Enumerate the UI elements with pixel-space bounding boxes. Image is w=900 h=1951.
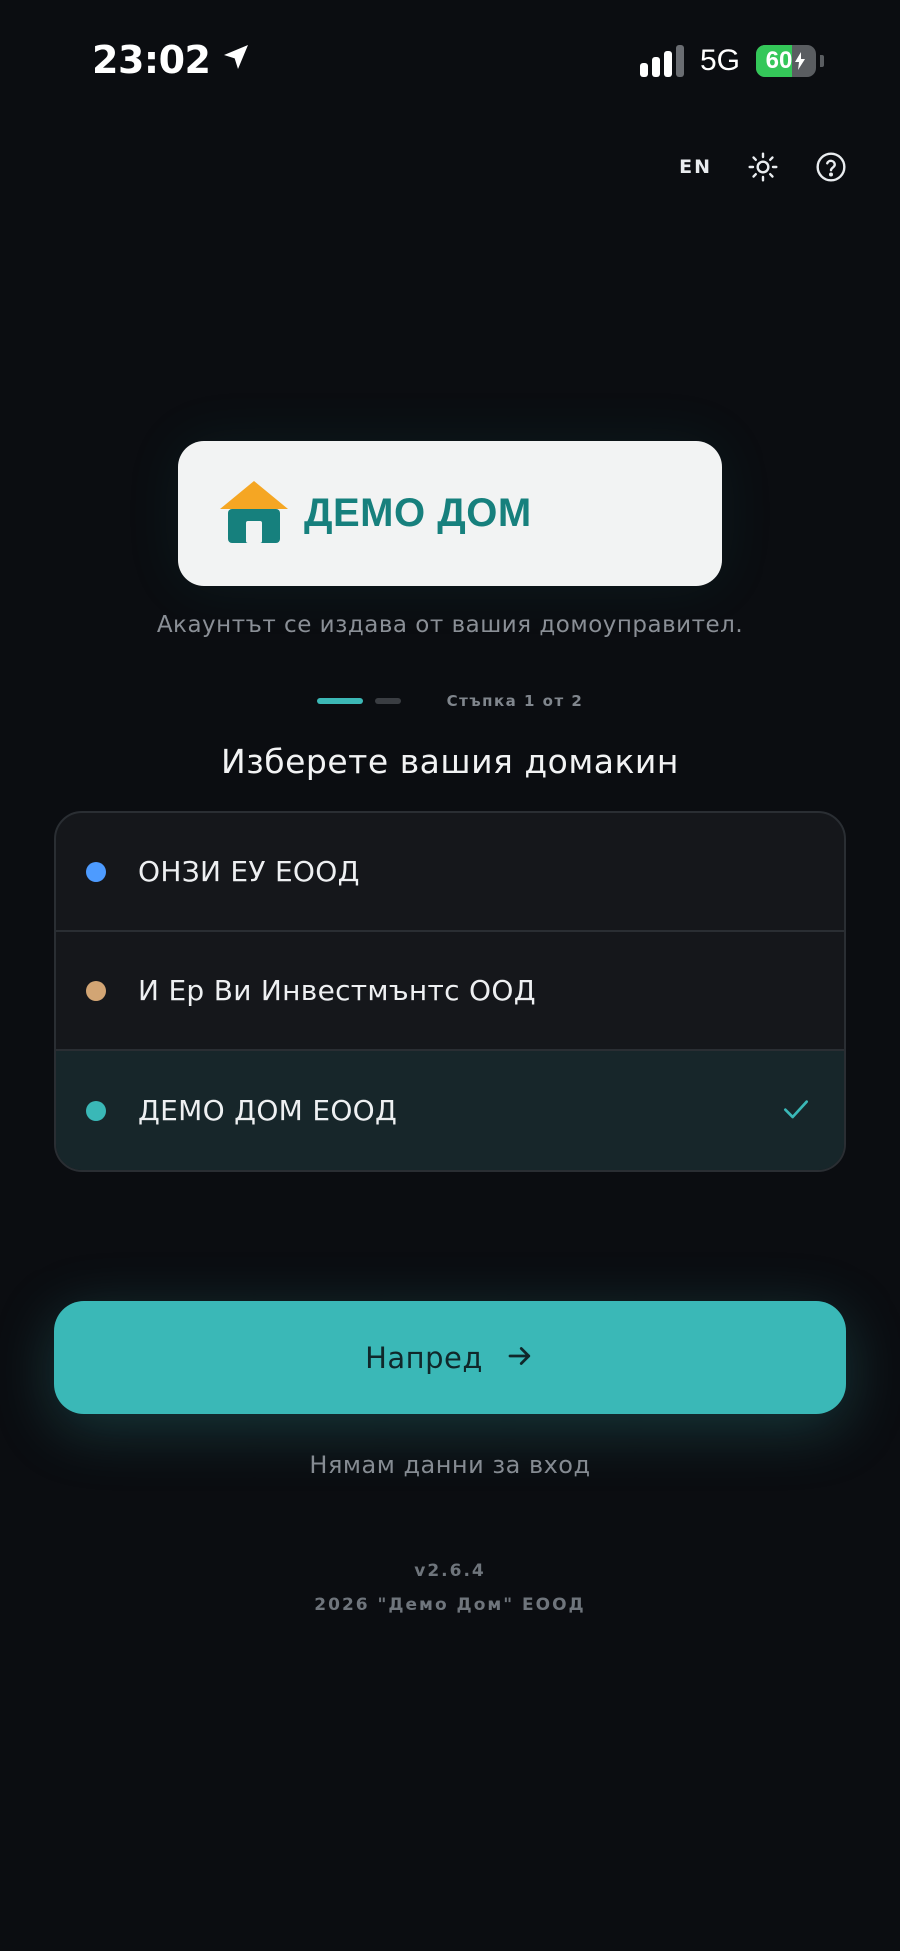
next-button-label: Напред [365,1340,483,1375]
help-circle-icon[interactable] [814,150,848,184]
location-arrow-icon [220,38,252,82]
tagline: Акаунтът се издава от вашия домоуправите… [156,612,744,638]
signal-icon [639,45,684,77]
arrow-right-icon [505,1341,535,1375]
house-icon [218,479,290,549]
top-controls: EN [679,150,848,184]
network-type: 5G [699,44,740,77]
sun-icon[interactable] [746,150,780,184]
app-version: v2.6.4 [414,1561,486,1581]
host-color-dot [86,980,106,1001]
host-label: ОНЗИ ЕУ ЕООД [138,855,360,888]
copyright: 2026 "Демо Дом" ЕООД [314,1595,586,1615]
language-button[interactable]: EN [679,156,712,178]
step-indicator-active [316,698,363,704]
status-time: 23:02 [92,38,252,82]
logo-text: ДЕМО ДОМ [304,491,532,535]
battery-level-text: 60 [766,47,807,75]
section-title: Изберете вашия домакин [221,742,679,781]
host-item-selected[interactable]: ДЕМО ДОМ ЕООД [56,1051,844,1170]
battery-icon: 60 [756,45,816,77]
checkmark-icon [780,1093,812,1129]
host-item[interactable]: ОНЗИ ЕУ ЕООД [56,813,844,932]
step-label: Стъпка 1 от 2 [446,692,584,710]
status-indicators: 5G 60 [639,44,824,78]
host-list: ОНЗИ ЕУ ЕООД И Ер Ви Инвестмънтс ООД ДЕМ… [54,811,846,1172]
logo-card: ДЕМО ДОМ [178,441,722,586]
host-color-dot [86,1100,106,1121]
next-button[interactable]: Напред [54,1301,846,1414]
charging-bolt-icon [795,52,806,70]
step-indicator-inactive [374,698,401,704]
no-login-link[interactable]: Нямам данни за вход [0,1451,900,1479]
status-time-text: 23:02 [92,38,211,82]
host-label: ДЕМО ДОМ ЕООД [138,1094,398,1127]
battery-percent: 60 [765,47,793,74]
host-label: И Ер Ви Инвестмънтс ООД [138,974,536,1007]
battery-nub [820,55,824,67]
host-item[interactable]: И Ер Ви Инвестмънтс ООД [56,932,844,1051]
host-color-dot [86,861,106,882]
stepper: Стъпка 1 от 2 [0,692,900,710]
